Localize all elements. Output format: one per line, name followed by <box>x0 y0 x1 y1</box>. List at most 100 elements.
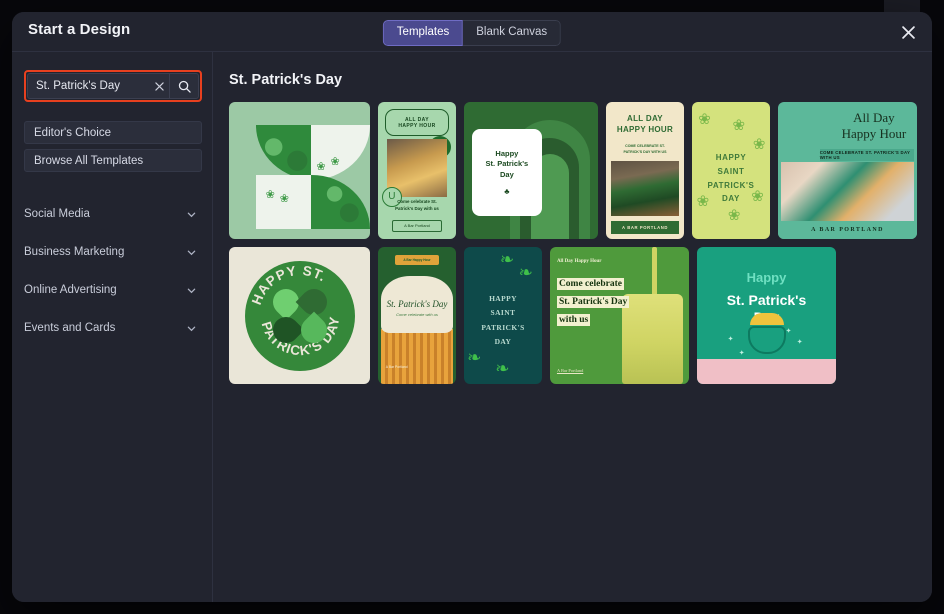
sidebar-item-social-media[interactable]: Social Media <box>24 201 202 227</box>
clover-icon: ❀ <box>279 193 289 206</box>
template-card-green-smoothie[interactable]: All Day Happy Hour Come celebrate St. Pa… <box>550 247 689 384</box>
template-card-beer-mug[interactable]: A Bar Happy Hour St. Patrick's Day Come … <box>378 247 456 384</box>
title-line-3: Day <box>499 169 514 179</box>
pot-illustration <box>747 325 786 354</box>
template-subheading: COME CELEBRATE ST. PATRICK'S DAY WITH US <box>614 144 676 156</box>
tab-blank-canvas[interactable]: Blank Canvas <box>463 20 562 46</box>
footer-text: A Bar Portland <box>385 364 408 369</box>
title-line-2: St. Patrick's <box>726 292 807 309</box>
title-line-2: SAINT <box>717 166 745 176</box>
clover-icon: ❧ <box>518 263 533 283</box>
template-title: St. Patrick's Day <box>386 298 448 309</box>
clover-icon: ❧ <box>499 249 515 269</box>
category-label: Social Media <box>24 208 90 220</box>
template-card-pot-of-gold[interactable]: Happy St. Patrick's Day ✦ ✦ ✦ ✦ <box>697 247 836 384</box>
sparkle-icon: ✦ <box>727 335 734 343</box>
tab-templates[interactable]: Templates <box>382 20 464 46</box>
clover-icon: ❀ <box>727 207 741 225</box>
title-line-2: SAINT <box>490 308 516 318</box>
footer-text: A BAR PORTLAND <box>811 227 884 234</box>
heading-line-3: with us <box>556 314 591 327</box>
title-line-3: PATRICK'S <box>481 322 525 332</box>
clover-icon: ❀ <box>330 156 340 169</box>
category-list: Social Media Business Marketing Online A… <box>24 201 202 341</box>
template-row: HAPPY ST. PATRICK'S DAY A Bar Happy Hour… <box>229 247 914 384</box>
title-line-4: DAY <box>494 336 512 346</box>
circular-badge: HAPPY ST. PATRICK'S DAY <box>244 260 355 371</box>
heading-line-2: HAPPY HOUR <box>616 124 674 134</box>
template-heading: Come celebrate St. Patrick's Day with us <box>556 273 630 327</box>
template-card-lime-happy-saint[interactable]: ❀ ❀ ❀ ❀ ❀ ❀ HAPPY SAINT PATRICK'S DAY <box>692 102 770 239</box>
modal-body: Editor's Choice Browse All Templates Soc… <box>12 52 932 602</box>
template-card-teal-all-day-happy-hour[interactable]: All Day Happy Hour COME CELEBRATE ST. PA… <box>778 102 917 239</box>
category-label: Events and Cards <box>24 322 116 334</box>
sidebar-item-editors-choice[interactable]: Editor's Choice <box>24 121 202 144</box>
template-title: HAPPY SAINT PATRICK'S DAY <box>692 151 770 205</box>
template-badge: ALL DAY HAPPY HOUR <box>385 108 449 137</box>
white-card: Happy St. Patrick's Day ♣ <box>472 129 542 216</box>
category-label: Online Advertising <box>24 284 117 296</box>
page-title: St. Patrick's Day <box>229 72 343 88</box>
search-icon[interactable] <box>170 80 198 93</box>
clover-icon: ❀ <box>316 160 326 173</box>
pill-text: A Bar Happy Hour <box>403 258 431 262</box>
template-band: COME CELEBRATE ST. PATRICK'S DAY WITH US <box>819 148 915 161</box>
clover-icon: ❀ <box>732 116 746 134</box>
template-card-round-badge[interactable]: HAPPY ST. PATRICK'S DAY <box>229 247 370 384</box>
caption-line-2: Patrick's Day with us <box>395 205 439 211</box>
start-a-design-modal: Start a Design Templates Blank Canvas St… <box>12 12 932 602</box>
sidebar-item-online-advertising[interactable]: Online Advertising <box>24 277 202 303</box>
sidebar: Editor's Choice Browse All Templates Soc… <box>12 52 213 602</box>
clear-search-icon[interactable] <box>149 81 169 91</box>
title-line-4: DAY <box>722 194 740 204</box>
smoothie-cup-illustration <box>622 293 684 384</box>
badge-line-2: HAPPY HOUR <box>398 122 436 129</box>
clover-icon: ❧ <box>467 348 482 368</box>
title-line-1: Happy <box>495 149 519 159</box>
quick-links: Editor's Choice Browse All Templates <box>24 121 202 172</box>
bottom-band <box>697 359 836 384</box>
template-results-panel: St. Patrick's Day ❀ ❀ ❀ ❀ ALL DAY HAPPY … <box>213 52 932 602</box>
close-icon[interactable] <box>896 20 920 44</box>
sidebar-item-browse-all-templates[interactable]: Browse All Templates <box>24 149 202 172</box>
clover-photo-quadrant <box>310 174 370 230</box>
sparkle-icon: ✦ <box>796 338 803 346</box>
category-label: Business Marketing <box>24 246 125 258</box>
sub-line-2: PATRICK'S DAY WITH US <box>623 150 667 155</box>
template-card-cream-happy-hour[interactable]: ALL DAY HAPPY HOUR COME CELEBRATE ST. PA… <box>606 102 684 239</box>
title-line-1: Happy <box>746 270 787 286</box>
template-card-dark-teal-happy-saint[interactable]: ❧ ❧ ❧ ❧ HAPPY SAINT PATRICK'S DAY <box>464 247 542 384</box>
template-row: ❀ ❀ ❀ ❀ ALL DAY HAPPY HOUR ❀ <box>229 102 917 239</box>
sidebar-item-events-and-cards[interactable]: Events and Cards <box>24 315 202 341</box>
clover-photo-quadrant <box>255 125 315 181</box>
title-line-1: HAPPY <box>489 294 517 304</box>
sparkle-icon: ✦ <box>785 327 792 335</box>
template-heading: All Day Happy Hour <box>836 110 911 143</box>
sidebar-item-business-marketing[interactable]: Business Marketing <box>24 239 202 265</box>
search-highlight-box <box>24 70 202 102</box>
chevron-down-icon <box>187 324 196 333</box>
clover-icon: ❀ <box>752 135 766 153</box>
app-root: Start a Design Templates Blank Canvas St… <box>0 0 944 614</box>
template-card-arches-white-card[interactable]: Happy St. Patrick's Day ♣ <box>464 102 598 239</box>
chevron-down-icon <box>187 286 196 295</box>
search-input[interactable] <box>28 80 149 92</box>
band-text: COME CELEBRATE ST. PATRICK'S DAY WITH US <box>819 149 911 160</box>
footer-text: A BAR PORTLAND <box>622 224 668 230</box>
friends-cheers-photo <box>780 162 915 222</box>
heading-line-1: All Day <box>853 110 895 126</box>
template-subtitle: Come celebrate with us <box>396 311 438 317</box>
beer-mug-illustration <box>381 329 453 384</box>
modal-header: Start a Design Templates Blank Canvas <box>12 12 932 52</box>
heading-line-2: St. Patrick's Day <box>556 296 630 309</box>
template-footer: A BAR PORTLAND <box>610 221 680 234</box>
footer-text: A Bar Portland <box>556 368 584 374</box>
title-line-3: PATRICK'S <box>707 180 755 190</box>
template-footer: A Bar Portland <box>392 219 442 233</box>
template-card-happy-hour-beer-story[interactable]: ALL DAY HAPPY HOUR ❀ U Come celebrate St… <box>378 102 456 239</box>
template-card-clover-quadrants[interactable]: ❀ ❀ ❀ ❀ <box>229 102 370 239</box>
beer-photo <box>610 160 680 216</box>
template-grid: ❀ ❀ ❀ ❀ ALL DAY HAPPY HOUR ❀ <box>229 102 917 384</box>
view-mode-tabs: Templates Blank Canvas <box>382 20 562 46</box>
clover-icon: ❀ <box>265 189 275 202</box>
